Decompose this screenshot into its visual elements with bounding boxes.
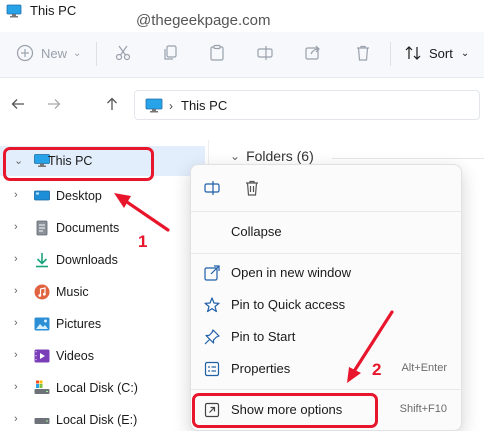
arrow-1-icon bbox=[114, 193, 170, 232]
annotation-arrows bbox=[114, 193, 394, 383]
step-1-label: 1 bbox=[138, 232, 148, 251]
arrow-2-icon bbox=[347, 310, 394, 383]
step-2-label: 2 bbox=[372, 360, 382, 379]
